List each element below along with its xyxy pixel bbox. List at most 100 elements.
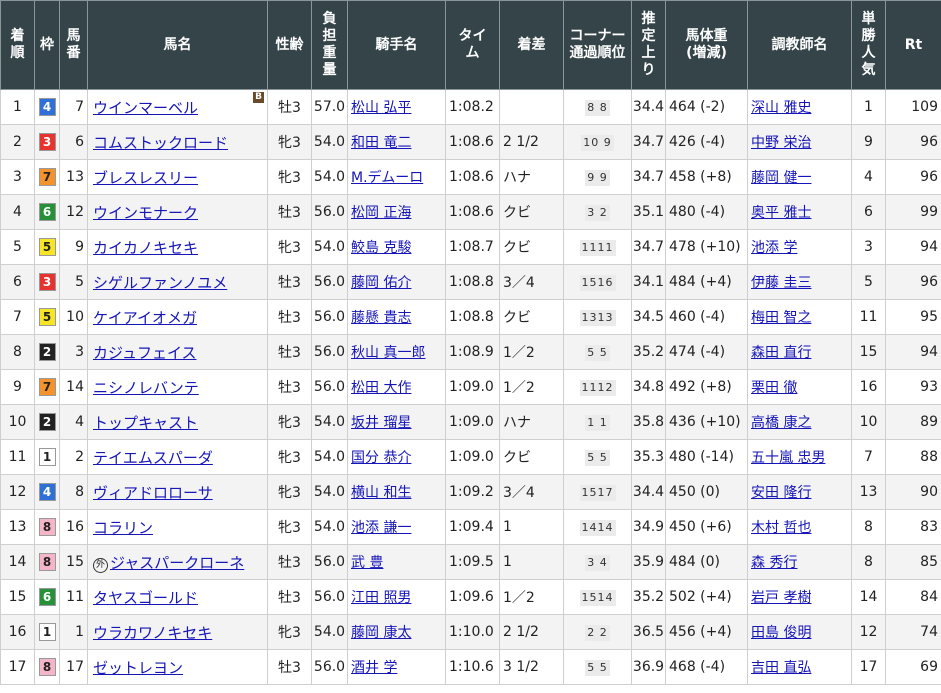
body-weight: 436 (+10) — [665, 404, 748, 440]
horse-name-link[interactable]: テイエムスパーダ — [93, 449, 213, 467]
trainer-link[interactable]: 田島 俊明 — [751, 625, 811, 641]
trainer-cell: 伊藤 圭三 — [747, 264, 852, 300]
waku-cell: 5 — [34, 229, 60, 265]
last-3f: 35.9 — [631, 544, 666, 580]
horse-name-link[interactable]: シゲルファンノユメ — [93, 274, 227, 292]
jockey-link[interactable]: 藤懸 貴志 — [351, 310, 411, 326]
body-weight: 450 (+6) — [665, 509, 748, 545]
trainer-cell: 梅田 智之 — [747, 299, 852, 335]
horse-name-link[interactable]: タヤスゴールド — [93, 589, 198, 607]
waku-badge: 2 — [38, 413, 56, 431]
jockey-link[interactable]: 横山 和生 — [351, 485, 411, 501]
header-umaban: 馬番 — [59, 0, 88, 90]
horse-name-link[interactable]: トップキャスト — [93, 414, 198, 432]
sex-age: 牝3 — [267, 614, 312, 650]
carried-weight: 54.0 — [311, 439, 348, 475]
horse-name-link[interactable]: ブレスレスリー — [93, 169, 198, 187]
waku-cell: 1 — [34, 439, 60, 475]
trainer-link[interactable]: 森 秀行 — [751, 555, 797, 571]
horse-name-link[interactable]: ジャスパークローネ — [110, 554, 244, 572]
jockey-link[interactable]: 国分 恭介 — [351, 450, 411, 466]
horse-name-cell: ウインモナーク — [87, 194, 268, 230]
horse-name-cell: ブレスレスリー — [87, 159, 268, 195]
horse-name-link[interactable]: カイカノキセキ — [93, 239, 198, 257]
jockey-link[interactable]: 坂井 瑠星 — [351, 415, 411, 431]
trainer-link[interactable]: 池添 学 — [751, 240, 797, 256]
trainer-cell: 奥平 雅士 — [747, 194, 852, 230]
header-popularity: 単勝人気 — [851, 0, 886, 90]
jockey-link[interactable]: 秋山 真一郎 — [351, 345, 425, 361]
horse-name-link[interactable]: ウインマーベル — [93, 99, 198, 117]
header-finish: 着順 — [0, 0, 35, 90]
corner-positions: 3 2 — [585, 204, 610, 221]
horse-name-link[interactable]: コラリン — [93, 519, 153, 537]
margin: クビ — [499, 439, 564, 475]
corner-cell: 1313 — [563, 299, 632, 335]
last-3f: 35.1 — [631, 194, 666, 230]
trainer-link[interactable]: 奥平 雅士 — [751, 205, 811, 221]
horse-name-link[interactable]: ケイアイオメガ — [93, 309, 197, 327]
jockey-link[interactable]: 藤岡 康太 — [351, 625, 411, 641]
last-3f: 35.2 — [631, 334, 666, 370]
jockey-link[interactable]: 池添 謙一 — [351, 520, 411, 536]
rating: 90 — [885, 474, 941, 510]
trainer-link[interactable]: 藤岡 健一 — [751, 170, 811, 186]
horse-name-cell: トップキャスト — [87, 404, 268, 440]
corner-positions: 1112 — [579, 379, 616, 396]
jockey-link[interactable]: 和田 竜二 — [351, 135, 411, 151]
trainer-link[interactable]: 中野 栄治 — [751, 135, 811, 151]
trainer-cell: 森田 直行 — [747, 334, 852, 370]
trainer-link[interactable]: 森田 直行 — [751, 345, 811, 361]
header-time: タイム — [445, 0, 500, 90]
jockey-link[interactable]: 松山 弘平 — [351, 100, 411, 116]
trainer-cell: 吉田 直弘 — [747, 649, 852, 685]
horse-name-link[interactable]: コムストックロード — [93, 134, 228, 152]
corner-positions: 5 5 — [585, 449, 610, 466]
finish-position: 17 — [0, 649, 35, 685]
horse-name-link[interactable]: ニシノレバンテ — [93, 379, 199, 397]
race-time: 1:08.6 — [445, 159, 500, 195]
trainer-link[interactable]: 吉田 直弘 — [751, 660, 811, 676]
rating: 96 — [885, 159, 941, 195]
jockey-link[interactable]: 藤岡 佑介 — [351, 275, 411, 291]
sex-age: 牡3 — [267, 579, 312, 615]
jockey-link[interactable]: 武 豊 — [351, 555, 383, 571]
jockey-link[interactable]: M.デムーロ — [351, 170, 423, 186]
jockey-link[interactable]: 松田 大作 — [351, 380, 411, 396]
body-weight: 460 (-4) — [665, 299, 748, 335]
trainer-link[interactable]: 安田 隆行 — [751, 485, 811, 501]
race-time: 1:08.9 — [445, 334, 500, 370]
horse-name-cell: ゼットレヨン — [87, 649, 268, 685]
horse-name-link[interactable]: ヴィアドロローサ — [93, 484, 213, 502]
trainer-cell: 五十嵐 忠男 — [747, 439, 852, 475]
trainer-link[interactable]: 木村 哲也 — [751, 520, 811, 536]
corner-cell: 5 5 — [563, 439, 632, 475]
horse-name-link[interactable]: ウラカワノキセキ — [93, 624, 212, 642]
jockey-link[interactable]: 酒井 学 — [351, 660, 397, 676]
corner-positions: 1313 — [579, 309, 616, 326]
jockey-link[interactable]: 松岡 正海 — [351, 205, 411, 221]
horse-name-link[interactable]: ウインモナーク — [93, 204, 198, 222]
jockey-link[interactable]: 江田 照男 — [351, 590, 411, 606]
trainer-link[interactable]: 五十嵐 忠男 — [751, 450, 825, 466]
finish-position: 8 — [0, 334, 35, 370]
trainer-link[interactable]: 梅田 智之 — [751, 310, 811, 326]
jockey-link[interactable]: 鮫島 克駿 — [351, 240, 411, 256]
header-bodyweight: 馬体重 (増減) — [665, 0, 748, 90]
trainer-link[interactable]: 栗田 徹 — [751, 380, 797, 396]
horse-name-cell: ウラカワノキセキ — [87, 614, 268, 650]
margin: 1／2 — [499, 334, 564, 370]
trainer-link[interactable]: 深山 雅史 — [751, 100, 811, 116]
waku-badge: 6 — [38, 203, 56, 221]
trainer-link[interactable]: 岩戸 孝樹 — [751, 590, 811, 606]
race-time: 1:09.6 — [445, 579, 500, 615]
jockey-cell: M.デムーロ — [347, 159, 446, 195]
horse-name-link[interactable]: カジュフェイス — [93, 344, 197, 362]
body-weight: 464 (-2) — [665, 89, 748, 125]
header-last3f: 推定上り — [631, 0, 666, 90]
horse-number: 14 — [59, 369, 88, 405]
trainer-link[interactable]: 伊藤 圭三 — [751, 275, 811, 291]
trainer-link[interactable]: 高橋 康之 — [751, 415, 811, 431]
horse-name-link[interactable]: ゼットレヨン — [93, 659, 183, 677]
body-weight: 480 (-4) — [665, 194, 748, 230]
